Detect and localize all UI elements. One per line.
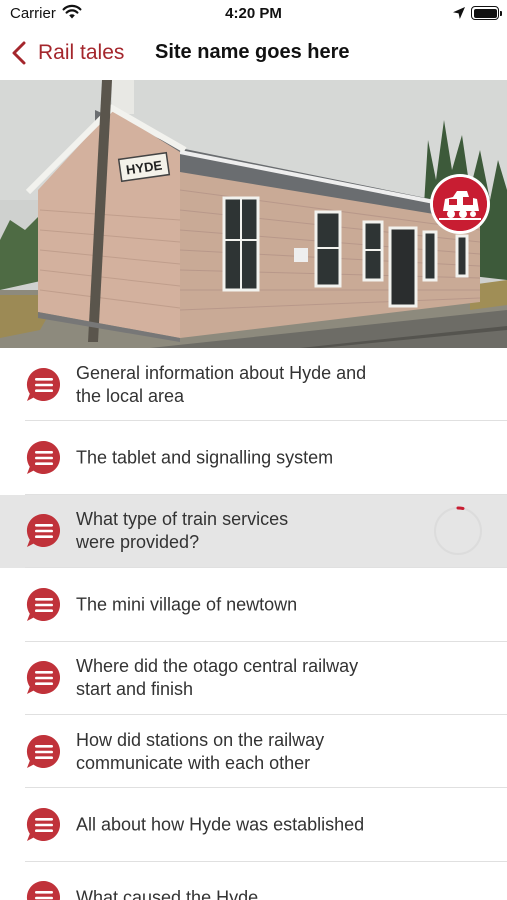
- chat-bubble-icon: [25, 879, 63, 900]
- hero-image: HYDE: [0, 80, 507, 348]
- topic-label: All about how Hyde was established: [76, 814, 365, 835]
- back-button-label: Rail tales: [38, 41, 125, 64]
- topic-row[interactable]: What caused the Hyde: [0, 862, 507, 900]
- rail-tales-logo: [430, 174, 490, 234]
- loading-spinner-icon: [433, 506, 483, 556]
- chat-bubble-icon: [25, 439, 63, 477]
- topic-label: How did stations on the railway communic…: [76, 729, 325, 773]
- topic-list: General information about Hyde and the l…: [0, 348, 507, 900]
- chat-bubble-icon: [25, 806, 63, 844]
- topic-row[interactable]: General information about Hyde and the l…: [0, 348, 507, 422]
- back-button[interactable]: Rail tales: [12, 38, 124, 68]
- topic-row[interactable]: The tablet and signalling system: [0, 421, 507, 495]
- topic-row[interactable]: Where did the otago central railway star…: [0, 642, 507, 715]
- chat-bubble-icon: [25, 733, 63, 771]
- topic-label: What type of train services were provide…: [76, 509, 289, 553]
- chat-bubble-icon: [25, 659, 63, 697]
- location-arrow-icon: [452, 6, 466, 25]
- navigation-bar: Rail tales Site name goes here: [0, 28, 507, 80]
- topic-label: General information about Hyde and the l…: [76, 362, 367, 406]
- status-time: 4:20 PM: [225, 5, 282, 22]
- topic-label: The tablet and signalling system: [76, 447, 334, 468]
- chevron-left-icon: [12, 40, 32, 66]
- topic-row[interactable]: All about how Hyde was established: [0, 788, 507, 862]
- topic-row[interactable]: The mini village of newtown: [0, 568, 507, 642]
- topic-label: What caused the Hyde: [76, 887, 259, 900]
- status-bar: Carrier 4:20 PM: [0, 0, 507, 28]
- topic-row[interactable]: How did stations on the railway communic…: [0, 715, 507, 789]
- topic-row[interactable]: What type of train services were provide…: [0, 494, 507, 569]
- topic-label: The mini village of newtown: [76, 594, 298, 615]
- topic-label: Where did the otago central railway star…: [76, 656, 359, 700]
- chat-bubble-icon: [25, 366, 63, 404]
- battery-icon: [471, 6, 502, 20]
- page-title: Site name goes here: [155, 41, 350, 63]
- chat-bubble-icon: [25, 586, 63, 624]
- chat-bubble-icon: [25, 512, 63, 550]
